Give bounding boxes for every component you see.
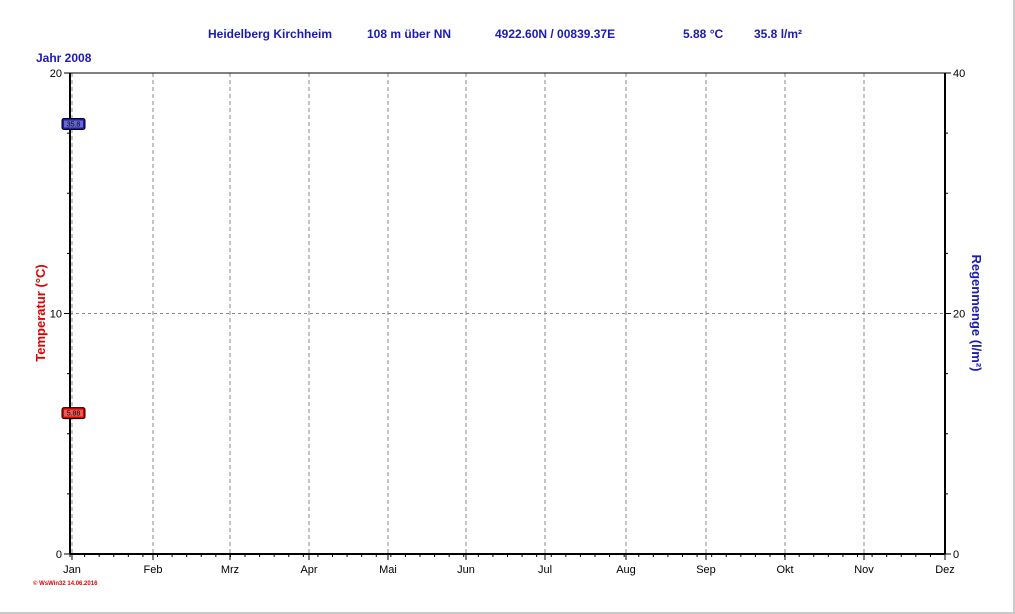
- y-right-tick-label: 20: [953, 309, 965, 321]
- x-month-label: Jul: [538, 564, 552, 576]
- y-left-tick-label: 10: [50, 309, 62, 321]
- y-left-axis-title: Temperatur (°C): [33, 264, 48, 361]
- weather-chart: Heidelberg Kirchheim 108 m über NN 4922.…: [0, 0, 1015, 614]
- x-month-label: Feb: [144, 564, 163, 576]
- chart-svg: 0 10 20 0 20 40 Jan Feb Mrz Apr Mai Jun Jul Aug Sep Okt…: [33, 68, 984, 576]
- rain-marker: 35.8: [61, 118, 86, 131]
- temperature-marker-label: 5.88: [67, 411, 81, 418]
- x-month-label: Okt: [776, 564, 793, 576]
- x-month-label: Jun: [457, 564, 475, 576]
- x-month-label: Nov: [854, 564, 874, 576]
- x-month-label: Dez: [935, 564, 955, 576]
- y-right-tick-label: 0: [953, 549, 959, 561]
- x-month-label: Mrz: [221, 564, 239, 576]
- y-right-tick-label: 40: [953, 68, 965, 80]
- x-month-label: Aug: [616, 564, 636, 576]
- y-left-tick-label: 20: [50, 68, 62, 80]
- x-month-label: Mai: [379, 564, 397, 576]
- y-right-axis-title: Regenmenge (l/m²): [969, 254, 984, 371]
- x-month-label: Jan: [63, 564, 81, 576]
- temperature-marker: 5.88: [61, 407, 86, 420]
- x-month-label: Apr: [300, 564, 317, 576]
- x-month-label: Sep: [696, 564, 716, 576]
- y-left-tick-label: 0: [56, 549, 62, 561]
- rain-marker-label: 35.8: [67, 122, 81, 129]
